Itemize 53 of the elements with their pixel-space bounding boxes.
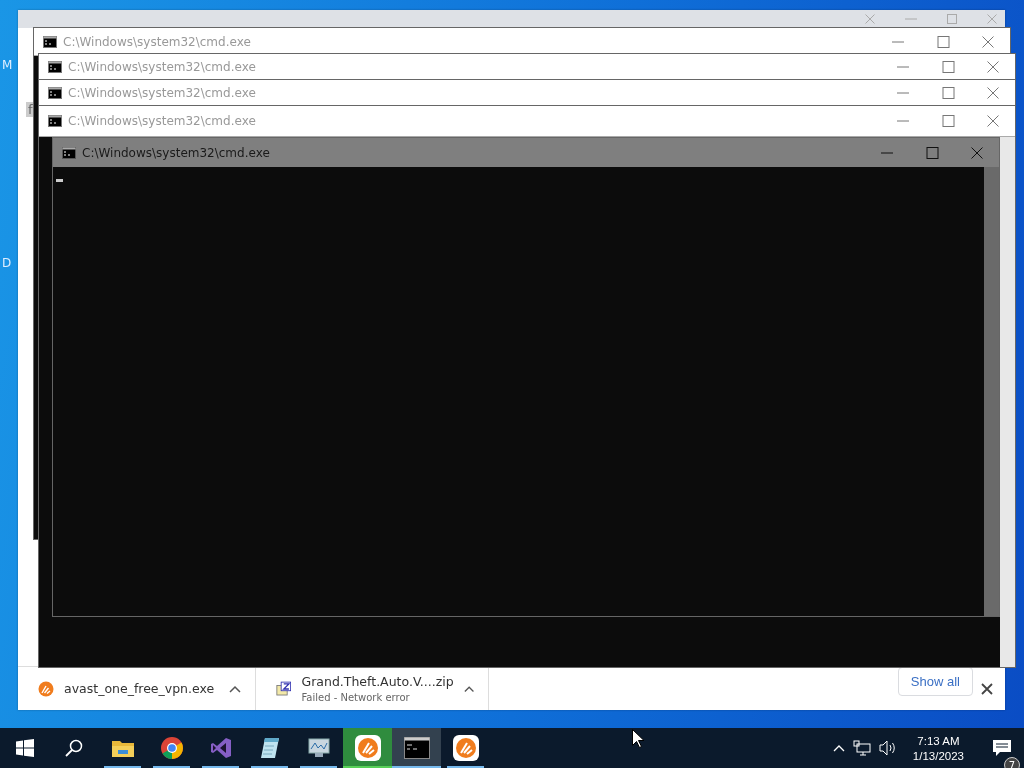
caret-icon[interactable] [229, 684, 241, 693]
window-title: C:\Windows\system32\cmd.exe [82, 145, 271, 160]
show-all-button[interactable]: Show all [897, 667, 973, 696]
notification-count: 7 [1004, 757, 1020, 768]
close-icon[interactable] [985, 115, 1001, 127]
file-name: avast_one_free_vpn.exe [64, 681, 216, 696]
network-icon[interactable] [852, 740, 871, 756]
maximize-icon[interactable] [924, 146, 940, 159]
taskbar-app[interactable] [392, 728, 441, 768]
time-text: 7:13 AM [917, 734, 960, 747]
window-title: C:\Windows\system32\cmd.exe [68, 114, 257, 128]
close-icon[interactable] [969, 146, 985, 159]
download-status: Failed - Network error [301, 692, 411, 703]
notification-icon[interactable] [992, 739, 1012, 757]
search-icon [64, 739, 83, 757]
monitor-icon [306, 737, 331, 759]
close-icon[interactable] [985, 61, 1001, 73]
speaker-icon[interactable] [878, 740, 897, 756]
avast-icon [354, 735, 381, 761]
avast-icon [452, 735, 479, 761]
maximize-icon[interactable] [935, 35, 951, 48]
maximize-icon[interactable] [940, 87, 956, 99]
scrollbar[interactable] [1000, 137, 1015, 667]
caret-icon[interactable] [463, 684, 474, 693]
close-icon[interactable] [985, 87, 1001, 99]
maximize-icon[interactable] [940, 61, 956, 73]
console-icon [62, 146, 76, 159]
date-text: 1/13/2023 [912, 749, 964, 762]
window-title: C:\Windows\system32\cmd.exe [68, 86, 257, 100]
avast-icon [38, 680, 54, 697]
chrome-icon [159, 736, 184, 760]
window-title: C:\Windows\system32\cmd.exe [63, 34, 252, 49]
close-icon[interactable] [980, 35, 996, 48]
console-icon [43, 35, 57, 48]
archive-icon [276, 679, 292, 698]
scrollbar[interactable] [984, 167, 999, 616]
desktop-text: M [2, 58, 13, 72]
console-icon [403, 737, 430, 759]
window-title: C:\Windows\system32\cmd.exe [68, 60, 257, 74]
infinity-icon [208, 736, 233, 760]
console-icon [48, 61, 62, 73]
desktop-text: D [2, 256, 12, 270]
console-icon [48, 115, 62, 127]
mouse-pointer-icon [632, 729, 644, 748]
folder-icon [110, 738, 135, 758]
text-cursor [56, 179, 63, 182]
console-icon [48, 87, 62, 99]
clock[interactable]: 7:13 AM 1/13/2023 [904, 734, 972, 762]
maximize-icon[interactable] [940, 115, 956, 127]
close-icon[interactable] [981, 682, 993, 695]
file-name: Grand.Theft.Auto.V....zip [301, 674, 454, 689]
notepad-icon [258, 736, 281, 760]
windows-icon [15, 739, 34, 757]
